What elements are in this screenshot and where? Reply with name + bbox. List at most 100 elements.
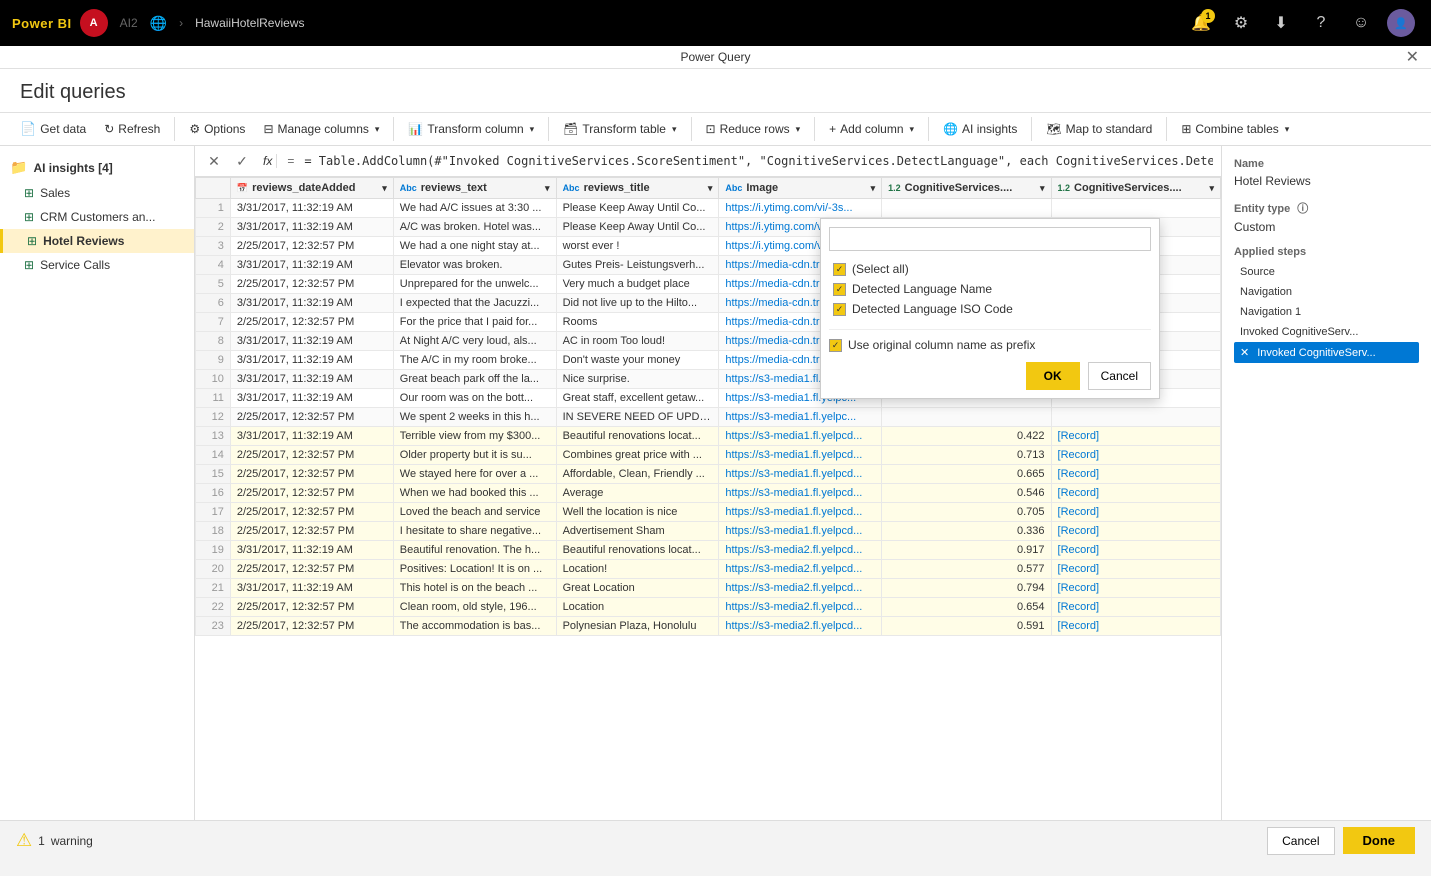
title-cell: Please Keep Away Until Co... [556, 199, 719, 218]
record-cell[interactable]: [Record] [1051, 427, 1220, 446]
refresh-button[interactable]: ↻ Refresh [96, 118, 168, 140]
dropdown-footer: ✓ Use original column name as prefix [829, 329, 1151, 352]
table-row[interactable]: 23 2/25/2017, 12:32:57 PM The accommodat… [196, 617, 1221, 636]
settings-button[interactable]: ⚙ [1223, 5, 1259, 41]
profile-button[interactable]: 👤 [1383, 5, 1419, 41]
combine-tables-button[interactable]: ⊞ Combine tables ▾ [1173, 118, 1297, 140]
transform-table-button[interactable]: 🗃 Transform table ▾ [555, 118, 684, 140]
date-cell: 2/25/2017, 12:32:57 PM [230, 503, 393, 522]
col-filter-icon-image[interactable]: ▾ [871, 183, 876, 194]
col-header-title[interactable]: Abc reviews_title ▾ [556, 178, 719, 199]
record-cell[interactable]: [Record] [1051, 579, 1220, 598]
formula-input[interactable] [304, 154, 1213, 168]
record-cell[interactable] [1051, 408, 1220, 427]
manage-columns-button[interactable]: ⊟ Manage columns ▾ [255, 118, 387, 140]
record-cell[interactable]: [Record] [1051, 484, 1220, 503]
sidebar-group-ai-insights[interactable]: 📁 AI insights [4] [0, 154, 194, 181]
applied-step[interactable]: ✕Invoked CognitiveServ... [1234, 342, 1419, 363]
col-header-text[interactable]: Abc reviews_text ▾ [393, 178, 556, 199]
notification-button[interactable]: 🔔 1 [1183, 5, 1219, 41]
download-button[interactable]: ⬇ [1263, 5, 1299, 41]
dropdown-item[interactable]: ✓ Detected Language ISO Code [829, 299, 1151, 319]
table-row[interactable]: 16 2/25/2017, 12:32:57 PM When we had bo… [196, 484, 1221, 503]
table-row[interactable]: 13 3/31/2017, 11:32:19 AM Terrible view … [196, 427, 1221, 446]
step-label: Invoked CognitiveServ... [1240, 326, 1358, 338]
formula-reject-button[interactable]: ✕ [203, 150, 225, 172]
table-row[interactable]: 14 2/25/2017, 12:32:57 PM Older property… [196, 446, 1221, 465]
col-header-cognitive1[interactable]: 1.2 CognitiveServices.... ▾ [882, 178, 1051, 199]
prefix-checkbox[interactable]: ✓ [829, 339, 842, 352]
map-to-standard-button[interactable]: 🗺 Map to standard [1038, 118, 1160, 140]
dropdown-search-input[interactable] [829, 227, 1151, 251]
user-avatar[interactable]: A [80, 9, 108, 37]
dropdown-item[interactable]: ✓ (Select all) [829, 259, 1151, 279]
add-column-button[interactable]: + Add column ▾ [821, 118, 922, 140]
sidebar-item-hotel-reviews[interactable]: ⊞ Hotel Reviews [0, 229, 194, 253]
applied-step[interactable]: Invoked CognitiveServ... [1234, 322, 1419, 342]
get-data-button[interactable]: 📄 Get data [12, 117, 94, 141]
record-cell[interactable]: [Record] [1051, 503, 1220, 522]
table-row[interactable]: 12 2/25/2017, 12:32:57 PM We spent 2 wee… [196, 408, 1221, 427]
emoji-button[interactable]: ☺ [1343, 5, 1379, 41]
row-num-cell: 17 [196, 503, 231, 522]
reduce-rows-button[interactable]: ⊡ Reduce rows ▾ [698, 118, 809, 140]
table-row[interactable]: 20 2/25/2017, 12:32:57 PM Positives: Loc… [196, 560, 1221, 579]
table-row[interactable]: 18 2/25/2017, 12:32:57 PM I hesitate to … [196, 522, 1221, 541]
item-checkbox[interactable]: ✓ [833, 283, 846, 296]
record-cell[interactable]: [Record] [1051, 446, 1220, 465]
record-cell[interactable]: [Record] [1051, 541, 1220, 560]
row-num-cell: 2 [196, 218, 231, 237]
col-filter-icon-text[interactable]: ▾ [545, 183, 550, 194]
sidebar-item-sales[interactable]: ⊞ Sales [0, 181, 194, 205]
table-row[interactable]: 17 2/25/2017, 12:32:57 PM Loved the beac… [196, 503, 1221, 522]
transform-column-icon: 📊 [408, 122, 423, 136]
text-cell: When we had booked this ... [393, 484, 556, 503]
col-filter-icon-cog2[interactable]: ▾ [1209, 183, 1214, 194]
item-checkbox[interactable]: ✓ [833, 263, 846, 276]
item-checkbox[interactable]: ✓ [833, 303, 846, 316]
table-row[interactable]: 1 3/31/2017, 11:32:19 AM We had A/C issu… [196, 199, 1221, 218]
table-row[interactable]: 22 2/25/2017, 12:32:57 PM Clean room, ol… [196, 598, 1221, 617]
sidebar-item-service-calls[interactable]: ⊞ Service Calls [0, 253, 194, 277]
table-row[interactable]: 19 3/31/2017, 11:32:19 AM Beautiful reno… [196, 541, 1221, 560]
record-cell[interactable] [1051, 199, 1220, 218]
col-filter-icon-date[interactable]: ▾ [382, 183, 387, 194]
cancel-button[interactable]: Cancel [1088, 362, 1151, 390]
title-cell: Please Keep Away Until Co... [556, 218, 719, 237]
table-row[interactable]: 15 2/25/2017, 12:32:57 PM We stayed here… [196, 465, 1221, 484]
text-cell: I hesitate to share negative... [393, 522, 556, 541]
col-filter-icon-cog1[interactable]: ▾ [1040, 183, 1045, 194]
options-button[interactable]: ⚙ Options [181, 118, 253, 140]
applied-step[interactable]: Navigation [1234, 282, 1419, 302]
cancel-bottom-button[interactable]: Cancel [1267, 827, 1334, 855]
col-header-date[interactable]: 📅 reviews_dateAdded ▾ [230, 178, 393, 199]
ok-button[interactable]: OK [1026, 362, 1080, 390]
record-cell[interactable]: [Record] [1051, 598, 1220, 617]
record-cell[interactable]: [Record] [1051, 617, 1220, 636]
col-filter-icon-title[interactable]: ▾ [708, 183, 713, 194]
step-error-icon[interactable]: ✕ [1240, 346, 1249, 359]
table-row[interactable]: 21 3/31/2017, 11:32:19 AM This hotel is … [196, 579, 1221, 598]
app-logo: Power BI [12, 16, 72, 31]
ai-insights-button[interactable]: 🌐 AI insights [935, 118, 1025, 140]
dropdown-item[interactable]: ✓ Detected Language Name [829, 279, 1151, 299]
image-cell: https://s3-media2.fl.yelpcd... [719, 617, 882, 636]
toolbar-sep2 [393, 117, 394, 141]
done-button[interactable]: Done [1343, 827, 1416, 854]
col-type-icon-cog2: 1.2 [1058, 183, 1071, 193]
col-header-cognitive2[interactable]: 1.2 CognitiveServices.... ▾ [1051, 178, 1220, 199]
col-header-image[interactable]: Abc Image ▾ [719, 178, 882, 199]
applied-step[interactable]: Source [1234, 262, 1419, 282]
record-cell[interactable]: [Record] [1051, 465, 1220, 484]
help-button[interactable]: ? [1303, 5, 1339, 41]
formula-accept-button[interactable]: ✓ [231, 150, 253, 172]
sidebar-item-crm[interactable]: ⊞ CRM Customers an... [0, 205, 194, 229]
applied-step[interactable]: Navigation 1 [1234, 302, 1419, 322]
get-data-label: Get data [40, 122, 86, 136]
transform-column-button[interactable]: 📊 Transform column ▾ [400, 118, 542, 140]
record-cell[interactable]: [Record] [1051, 522, 1220, 541]
close-button[interactable]: ✕ [1406, 47, 1419, 67]
date-cell: 3/31/2017, 11:32:19 AM [230, 579, 393, 598]
topbar-icons: 🔔 1 ⚙ ⬇ ? ☺ 👤 [1183, 5, 1419, 41]
record-cell[interactable]: [Record] [1051, 560, 1220, 579]
